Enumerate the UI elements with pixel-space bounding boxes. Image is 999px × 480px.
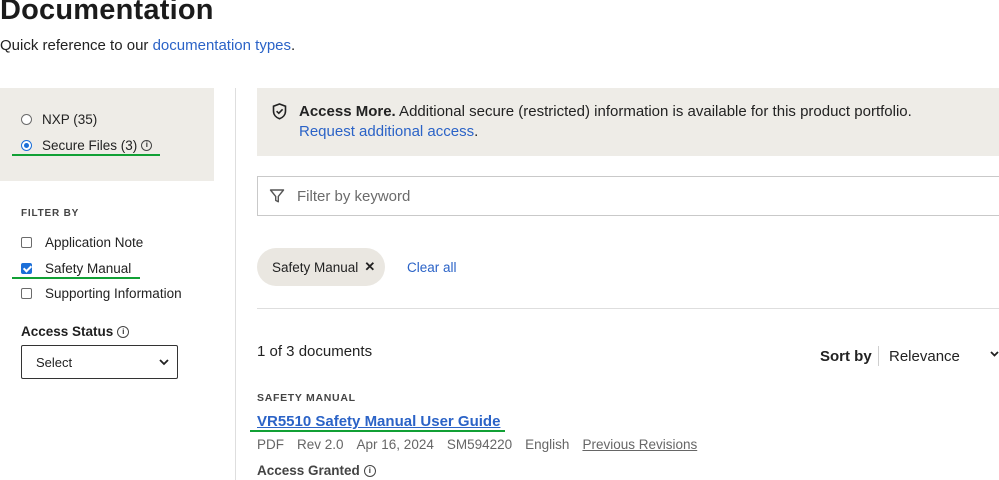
safety-manual-checkbox[interactable] — [21, 263, 32, 274]
filter-item-application-note[interactable]: Application Note — [21, 235, 143, 250]
document-category: SAFETY MANUAL — [257, 392, 356, 404]
results-divider — [257, 308, 999, 309]
document-meta: PDF Rev 2.0 Apr 16, 2024 SM594220 Englis… — [257, 437, 697, 452]
nxp-label: NXP (35) — [42, 112, 98, 127]
source-option-nxp[interactable]: NXP (35) — [21, 112, 97, 127]
result-count: 1 of 3 documents — [257, 343, 373, 360]
application-note-checkbox[interactable] — [21, 237, 32, 248]
annotation-underline — [12, 154, 160, 156]
application-note-label: Application Note — [45, 235, 144, 250]
documentation-types-link[interactable]: documentation types — [153, 37, 291, 54]
banner-text: Access More. Additional secure (restrict… — [299, 103, 912, 120]
document-access-status: Access Granted i — [257, 463, 376, 478]
secure-files-radio[interactable] — [21, 140, 32, 151]
secure-files-label: Secure Files (3) — [42, 138, 138, 153]
access-granted-text: Access Granted — [257, 463, 360, 478]
page-subtitle: Quick reference to our documentation typ… — [0, 37, 295, 54]
request-access-link[interactable]: Request additional access — [299, 123, 474, 140]
document-language: English — [525, 437, 570, 452]
document-date: Apr 16, 2024 — [356, 437, 434, 452]
source-panel — [0, 88, 214, 181]
info-icon[interactable]: i — [117, 325, 130, 338]
info-icon[interactable]: i — [363, 464, 376, 477]
chip-label: Safety Manual — [272, 259, 359, 275]
funnel-icon — [269, 189, 285, 203]
access-status-label: Access Status i — [21, 324, 130, 339]
access-status-select[interactable]: Select — [21, 345, 178, 379]
access-banner — [257, 88, 999, 156]
filter-item-supporting-information[interactable]: Supporting Information — [21, 286, 182, 301]
nxp-radio[interactable] — [21, 114, 32, 125]
filter-chip-safety-manual[interactable]: Safety Manual ✕ — [257, 248, 385, 286]
close-icon[interactable]: ✕ — [364, 259, 375, 275]
document-revision: Rev 2.0 — [297, 437, 344, 452]
banner-link-suffix: . — [474, 123, 479, 140]
info-icon[interactable]: i — [141, 140, 153, 151]
sort-select[interactable]: Relevance — [889, 348, 960, 365]
banner-body: Additional secure (restricted) informati… — [395, 103, 912, 120]
supporting-information-checkbox[interactable] — [21, 288, 32, 299]
subtitle-text: Quick reference to our — [0, 37, 153, 54]
access-status-text: Access Status — [21, 324, 114, 339]
access-status-value: Select — [36, 354, 73, 370]
banner-bold: Access More. — [299, 103, 396, 120]
filter-item-safety-manual[interactable]: Safety Manual — [21, 261, 131, 276]
filter-heading: FILTER BY — [21, 208, 80, 219]
safety-manual-label: Safety Manual — [45, 261, 132, 276]
keyword-filter-input[interactable] — [297, 185, 897, 207]
chevron-down-icon — [159, 358, 169, 365]
sort-separator — [878, 346, 879, 366]
subtitle-suffix: . — [291, 37, 296, 54]
document-title-link[interactable]: VR5510 Safety Manual User Guide — [257, 413, 500, 430]
sidebar-divider — [235, 88, 236, 480]
document-format: PDF — [257, 437, 284, 452]
page-title: Documentation — [0, 0, 214, 26]
chevron-down-icon[interactable] — [990, 348, 999, 362]
source-option-secure-files[interactable]: Secure Files (3) i — [21, 138, 153, 153]
clear-all-link[interactable]: Clear all — [407, 260, 457, 275]
banner-link-row: Request additional access. — [299, 123, 478, 140]
annotation-underline — [12, 277, 140, 279]
annotation-underline — [250, 430, 505, 432]
document-id: SM594220 — [446, 437, 513, 452]
supporting-information-label: Supporting Information — [45, 286, 182, 301]
previous-revisions-link[interactable]: Previous Revisions — [582, 437, 697, 452]
shield-check-icon — [272, 103, 287, 120]
sort-label: Sort by — [820, 348, 872, 365]
